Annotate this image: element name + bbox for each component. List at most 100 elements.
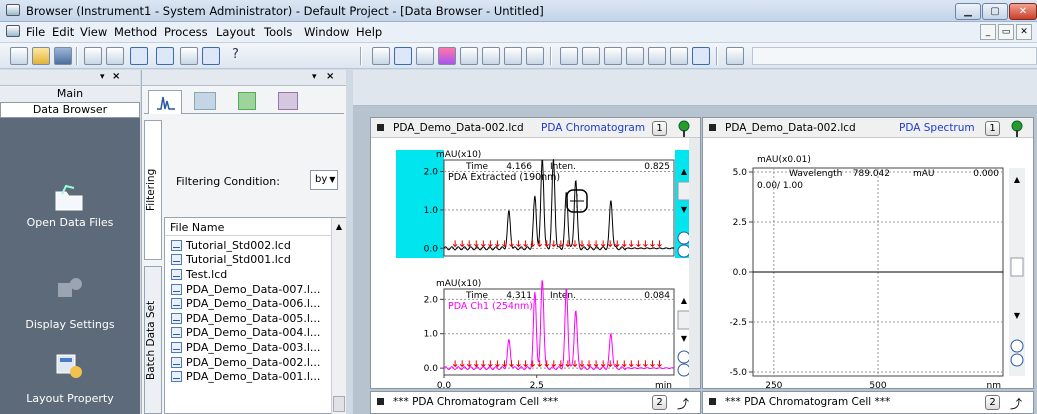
scroll-thumb[interactable] (677, 181, 691, 201)
menu-file[interactable]: File (26, 25, 45, 39)
insert-row-icon[interactable] (560, 47, 578, 65)
chromatogram-plot[interactable]: 0.0 1.0 2.0 mAU(x10) Time 4.166 Inten. 0.825 PDA… (371, 138, 700, 388)
file-list-item[interactable]: PDA_Demo_Data-007.l... (165, 282, 320, 297)
nav-open-data-files[interactable]: Open Data Files (0, 216, 140, 229)
pda-spectrum-icon[interactable] (416, 47, 434, 65)
file-list-item[interactable]: Tutorial_Std001.lcd (165, 253, 291, 268)
open-folder-icon[interactable] (32, 47, 50, 65)
panel-menu-icon[interactable] (709, 398, 716, 405)
mdi-minimize-button[interactable]: _ (980, 24, 996, 40)
file-list-item[interactable]: PDA_Demo_Data-001.l... (165, 369, 320, 384)
print-icon[interactable] (84, 47, 102, 65)
panel-menu-icon[interactable] (377, 398, 384, 405)
menu-view[interactable]: View (80, 25, 107, 39)
file-list-item[interactable]: PDA_Demo_Data-002.l... (165, 355, 320, 370)
pane-close-icon[interactable]: × (112, 71, 120, 82)
scroll-down-icon[interactable]: ▼ (1014, 311, 1021, 320)
menu-tools[interactable]: Tools (264, 25, 292, 39)
delete-row-icon[interactable] (604, 47, 622, 65)
display-settings-icon[interactable] (56, 275, 84, 301)
contour-icon[interactable] (438, 47, 456, 65)
append-row-icon[interactable] (582, 47, 600, 65)
filter-dropdown[interactable]: by ▼ (310, 170, 338, 190)
pane-dropdown-icon[interactable]: ▾ (100, 72, 105, 82)
menu-help[interactable]: Help (356, 25, 382, 39)
pane-splitter[interactable] (346, 70, 353, 414)
tab-main[interactable]: Main (0, 87, 140, 102)
tab-table-icon[interactable] (238, 92, 256, 110)
tab-settings-icon[interactable] (278, 92, 298, 110)
purity-icon[interactable] (504, 47, 522, 65)
tree-icon[interactable] (675, 120, 693, 138)
file-list-item[interactable]: Tutorial_Std002.lcd (165, 238, 291, 253)
scroll-thumb[interactable] (677, 310, 691, 330)
new-icon[interactable] (10, 47, 28, 65)
zoom-in-icon[interactable] (677, 231, 691, 245)
merge-icon[interactable] (670, 47, 688, 65)
file-list-item[interactable]: PDA_Demo_Data-003.l... (165, 340, 320, 355)
layout-property-icon[interactable] (54, 352, 84, 380)
scroll-up-icon[interactable]: ▲ (681, 167, 688, 176)
pointer-tool-icon[interactable]: ⤴ (677, 395, 689, 412)
panel-menu-icon[interactable] (709, 124, 716, 131)
pointer-tool-icon[interactable]: ⤴ (1010, 395, 1022, 412)
mdi-close-button[interactable]: ✕ (1016, 24, 1032, 40)
insert-column-icon[interactable] (626, 47, 644, 65)
pane-dropdown-icon[interactable]: ▾ (312, 72, 317, 82)
file-list-item[interactable]: Test.lcd (165, 267, 227, 282)
zoom-out-icon[interactable] (677, 244, 691, 258)
spectrum-panel-number[interactable]: 1 (985, 121, 1000, 136)
tab-batch-data-set[interactable]: Batch Data Set (144, 266, 162, 414)
tree-icon[interactable] (1008, 120, 1026, 138)
file-list-item[interactable]: PDA_Demo_Data-006.l... (165, 296, 320, 311)
peak-table-icon[interactable] (460, 47, 478, 65)
zoom-out-icon[interactable] (677, 363, 691, 377)
menu-window[interactable]: Window (304, 25, 349, 39)
zoom-in-icon[interactable] (1010, 339, 1024, 353)
cell-panel-number[interactable]: 2 (652, 395, 667, 410)
print-preview-icon[interactable] (106, 47, 124, 65)
tab-data-browser[interactable]: Data Browser (0, 102, 140, 118)
cell-panel-number[interactable]: 2 (985, 395, 1000, 410)
close-button[interactable]: ✕ (1009, 3, 1037, 20)
menu-process[interactable]: Process (164, 25, 208, 39)
maximize-button[interactable]: ▢ (982, 3, 1008, 20)
report-icon[interactable] (526, 47, 544, 65)
zoom-out-icon[interactable] (1010, 353, 1024, 367)
minimize-button[interactable]: ▁ (955, 3, 981, 20)
chrom-icon[interactable] (372, 47, 390, 65)
panel-menu-icon[interactable] (377, 124, 384, 131)
tab-chromatogram-icon[interactable] (148, 90, 182, 114)
chromatogram-panel-number[interactable]: 1 (652, 121, 667, 136)
scroll-down-icon[interactable]: ▼ (681, 205, 688, 214)
scroll-down-icon[interactable]: ▼ (681, 334, 688, 343)
scroll-up-icon[interactable]: ▲ (1014, 175, 1021, 184)
delete-column-icon[interactable] (648, 47, 666, 65)
layout-view-icon[interactable] (156, 47, 174, 65)
menu-method[interactable]: Method (114, 25, 157, 39)
scroll-up-icon[interactable]: ▲ (332, 222, 346, 231)
nav-display-settings[interactable]: Display Settings (0, 318, 140, 331)
column-header-file-name[interactable]: File Name (165, 218, 331, 236)
scroll-thumb[interactable] (1010, 257, 1024, 277)
mdi-restore-button[interactable]: ▭ (998, 24, 1014, 40)
scroll-thumb[interactable] (333, 396, 345, 412)
output-view-icon[interactable] (202, 47, 220, 65)
nav-layout-property[interactable]: Layout Property (0, 392, 140, 405)
help-icon[interactable]: ? (232, 47, 239, 62)
file-list-scrollbar[interactable]: ▲ (331, 218, 346, 414)
scroll-up-icon[interactable]: ▲ (681, 296, 688, 305)
menu-layout[interactable]: Layout (216, 25, 255, 39)
tab-report-icon[interactable] (194, 92, 216, 110)
tab-filtering[interactable]: Filtering (144, 120, 162, 260)
pda-chrom-icon[interactable] (394, 47, 412, 65)
properties-icon[interactable] (692, 47, 710, 65)
table-view-icon[interactable] (180, 47, 198, 65)
file-list-item[interactable]: PDA_Demo_Data-005.l... (165, 311, 320, 326)
open-data-files-icon[interactable] (52, 182, 86, 212)
data-browser-toggle-icon[interactable] (130, 47, 148, 65)
spectrum-plot[interactable]: 5.0 2.5 0.0 -2.5 -5.0 250 500 nm mAU(x0.01) Wavel… (703, 138, 1033, 388)
pda-table-icon[interactable] (482, 47, 500, 65)
file-list-item[interactable]: PDA_Demo_Data-004.l... (165, 326, 320, 341)
pane-close-icon[interactable]: × (326, 71, 334, 82)
